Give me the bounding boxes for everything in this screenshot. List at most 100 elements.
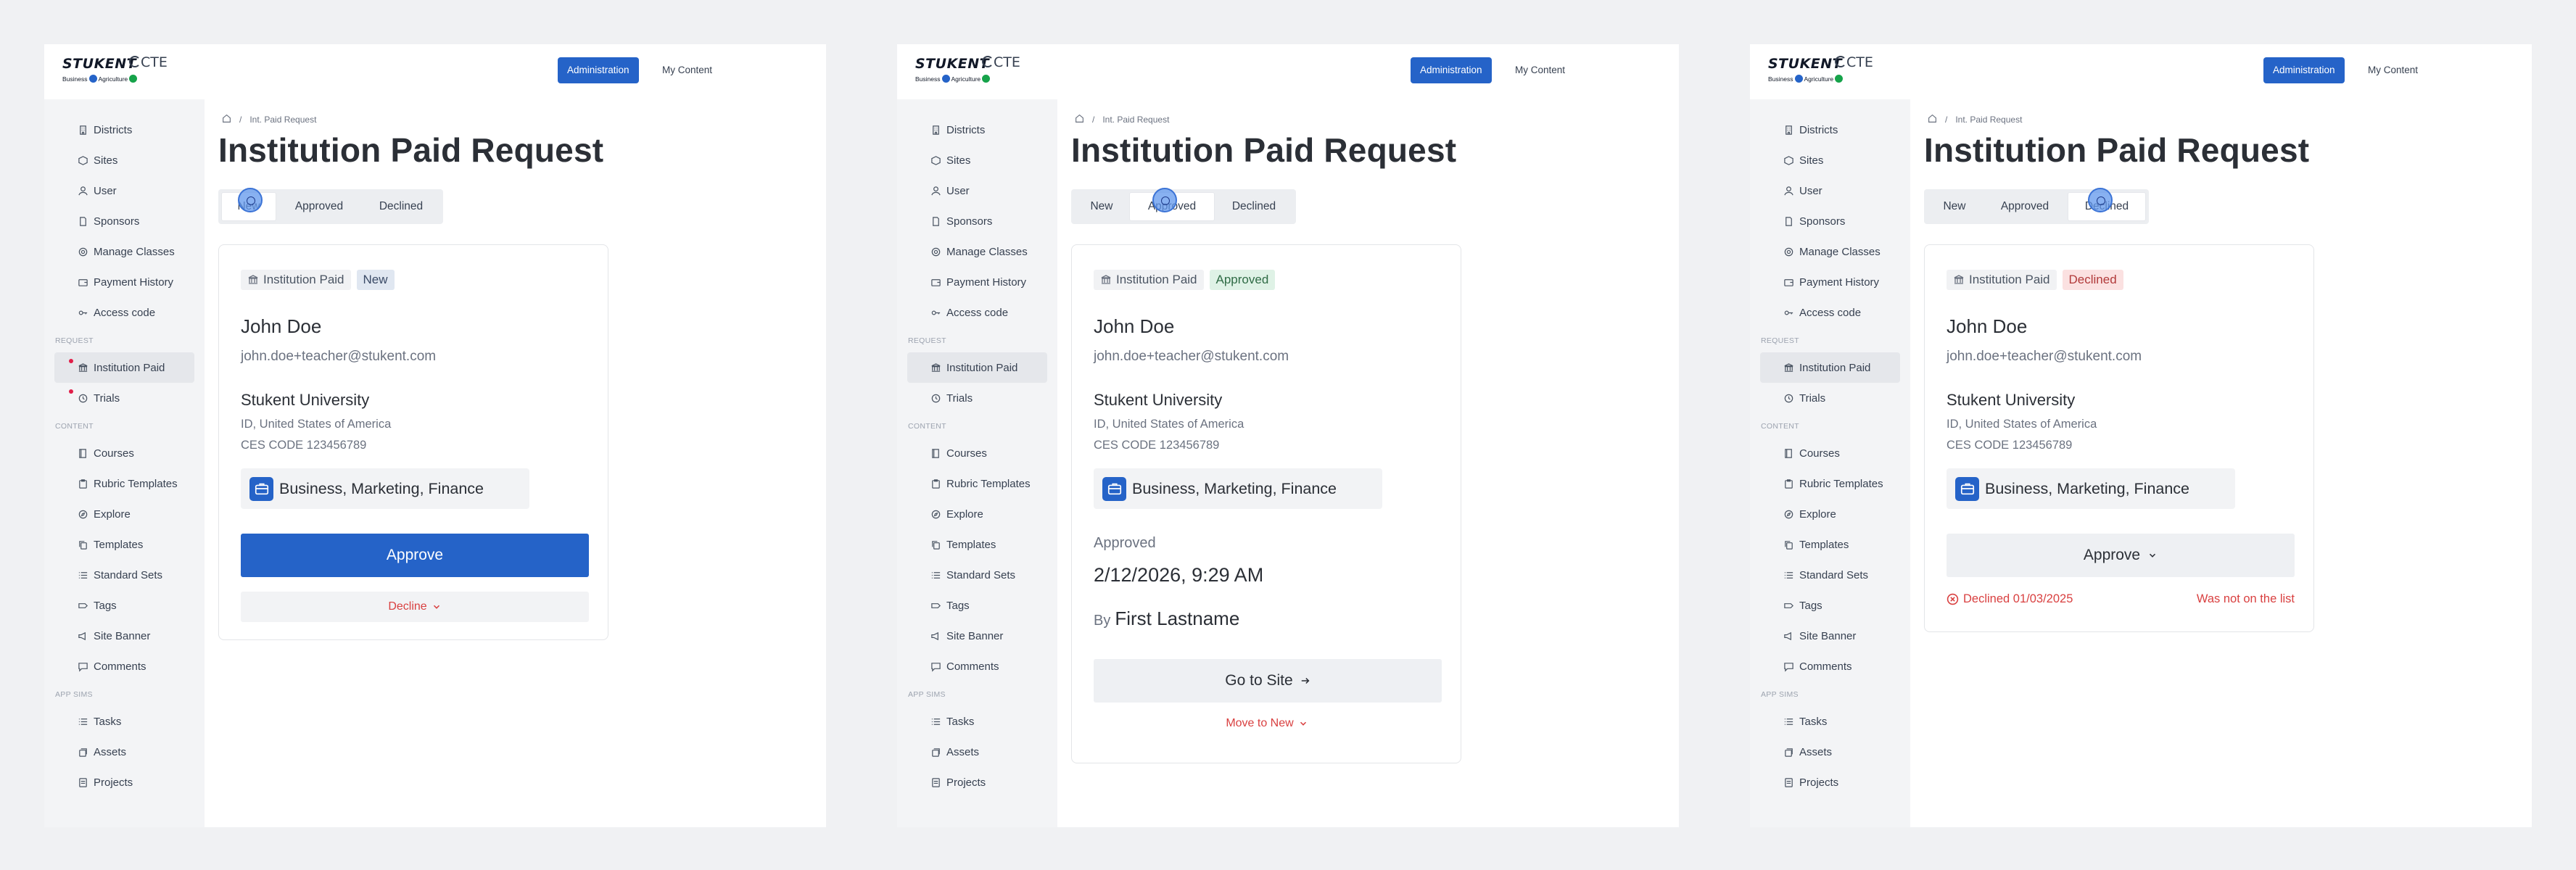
move-to-new-button[interactable]: Move to New: [1072, 717, 1462, 730]
sidebar-item-sites[interactable]: Sites: [54, 145, 194, 175]
institution-address: ID, United States of America: [241, 418, 392, 431]
sidebar-section-app-sims: APP SIMS: [908, 690, 946, 699]
sidebar-item-access-code[interactable]: Access code: [54, 297, 194, 328]
administration-button[interactable]: Administration: [1411, 57, 1492, 83]
tab-declined[interactable]: Declined: [1215, 192, 1293, 221]
sidebar-item-manage-classes[interactable]: Manage Classes: [54, 236, 194, 267]
sidebar-item-courses[interactable]: Courses: [54, 438, 194, 468]
sidebar-item-payment-history[interactable]: Payment History: [907, 267, 1047, 297]
sidebar-item-districts[interactable]: Districts: [907, 115, 1047, 145]
sidebar-item-label: Manage Classes: [1799, 245, 1881, 258]
request-card: Institution Paid New John Doe john.doe+t…: [218, 244, 608, 640]
sidebar-item-standard-sets[interactable]: Standard Sets: [54, 560, 194, 590]
sidebar-item-projects[interactable]: Projects: [1760, 767, 1900, 798]
sidebar-item-label: Trials: [1799, 392, 1826, 405]
stukent-logo[interactable]: STUKENT CTE Business Agriculture: [62, 54, 178, 89]
my-content-link[interactable]: My Content: [1515, 57, 1565, 83]
sidebar-item-institution-paid[interactable]: Institution Paid: [907, 352, 1047, 383]
sidebar-item-user[interactable]: User: [54, 175, 194, 206]
approve-button[interactable]: Approve: [1947, 534, 2295, 577]
sidebar-item-projects[interactable]: Projects: [907, 767, 1047, 798]
sidebar-item-templates[interactable]: Templates: [907, 529, 1047, 560]
sidebar-item-sites[interactable]: Sites: [1760, 145, 1900, 175]
sidebar-item-sponsors[interactable]: Sponsors: [54, 206, 194, 236]
sidebar-item-site-banner[interactable]: Site Banner: [54, 621, 194, 651]
breadcrumb-current: Int. Paid Request: [1102, 115, 1170, 125]
sidebar-item-districts[interactable]: Districts: [1760, 115, 1900, 145]
sidebar-item-manage-classes[interactable]: Manage Classes: [907, 236, 1047, 267]
sidebar-item-institution-paid[interactable]: Institution Paid: [1760, 352, 1900, 383]
key-icon: [930, 307, 941, 318]
approve-button[interactable]: Approve: [241, 534, 589, 577]
sidebar-item-tasks[interactable]: Tasks: [54, 706, 194, 737]
administration-button[interactable]: Administration: [558, 57, 639, 83]
sidebar-item-trials[interactable]: Trials: [907, 383, 1047, 413]
sidebar-item-comments[interactable]: Comments: [54, 651, 194, 682]
sidebar-item-courses[interactable]: Courses: [1760, 438, 1900, 468]
sidebar-item-institution-paid[interactable]: Institution Paid: [54, 352, 194, 383]
sidebar-item-tags[interactable]: Tags: [907, 590, 1047, 621]
sidebar-item-sponsors[interactable]: Sponsors: [1760, 206, 1900, 236]
decline-button[interactable]: Decline: [241, 592, 589, 622]
home-icon[interactable]: [222, 114, 231, 125]
my-content-link[interactable]: My Content: [2368, 57, 2418, 83]
sidebar-item-site-banner[interactable]: Site Banner: [907, 621, 1047, 651]
sidebar-item-comments[interactable]: Comments: [1760, 651, 1900, 682]
sidebar-item-payment-history[interactable]: Payment History: [54, 267, 194, 297]
sidebar-item-manage-classes[interactable]: Manage Classes: [1760, 236, 1900, 267]
stukent-logo[interactable]: STUKENT CTE Business Agriculture: [915, 54, 1031, 89]
sidebar-item-projects[interactable]: Projects: [54, 767, 194, 798]
sidebar-item-sponsors[interactable]: Sponsors: [907, 206, 1047, 236]
briefcase-icon: [1955, 476, 1979, 501]
sidebar-item-templates[interactable]: Templates: [1760, 529, 1900, 560]
administration-button[interactable]: Administration: [2263, 57, 2345, 83]
sidebar-item-access-code[interactable]: Access code: [1760, 297, 1900, 328]
sidebar-item-rubric-templates[interactable]: Rubric Templates: [907, 468, 1047, 499]
sidebar-item-site-banner[interactable]: Site Banner: [1760, 621, 1900, 651]
tab-new[interactable]: New: [1927, 192, 1982, 221]
sidebar-item-explore[interactable]: Explore: [907, 499, 1047, 529]
sidebar-item-courses[interactable]: Courses: [907, 438, 1047, 468]
sidebar-item-assets[interactable]: Assets: [54, 737, 194, 767]
logo-sub-business: Business: [1768, 75, 1793, 83]
tab-declined[interactable]: Declined: [362, 192, 440, 221]
sidebar-item-standard-sets[interactable]: Standard Sets: [1760, 560, 1900, 590]
sidebar-item-comments[interactable]: Comments: [907, 651, 1047, 682]
tab-approved[interactable]: Approved: [276, 192, 362, 221]
sidebar-item-assets[interactable]: Assets: [1760, 737, 1900, 767]
tab-approved[interactable]: Approved: [1982, 192, 2068, 221]
tab-new[interactable]: New: [1074, 192, 1129, 221]
sidebar-item-trials[interactable]: Trials: [54, 383, 194, 413]
sidebar-item-districts[interactable]: Districts: [54, 115, 194, 145]
sidebar-item-assets[interactable]: Assets: [907, 737, 1047, 767]
sidebar-item-label: Access code: [946, 306, 1009, 319]
sidebar-item-rubric-templates[interactable]: Rubric Templates: [54, 468, 194, 499]
sidebar-item-user[interactable]: User: [1760, 175, 1900, 206]
stukent-logo[interactable]: STUKENT CTE Business Agriculture: [1768, 54, 1884, 89]
sidebar-item-tags[interactable]: Tags: [1760, 590, 1900, 621]
sidebar-item-trials[interactable]: Trials: [1760, 383, 1900, 413]
sidebar-item-tasks[interactable]: Tasks: [1760, 706, 1900, 737]
sidebar-item-access-code[interactable]: Access code: [907, 297, 1047, 328]
list-icon: [930, 716, 941, 727]
logo-cte-text: CTE: [994, 54, 1020, 70]
logo-cte-text: CTE: [1846, 54, 1873, 70]
sidebar-item-label: Projects: [946, 776, 986, 789]
sidebar-item-sites[interactable]: Sites: [907, 145, 1047, 175]
sidebar-item-payment-history[interactable]: Payment History: [1760, 267, 1900, 297]
sidebar-item-explore[interactable]: Explore: [1760, 499, 1900, 529]
home-icon[interactable]: [1928, 114, 1937, 125]
layers-icon: [1783, 747, 1794, 758]
type-badge-label: Institution Paid: [1116, 273, 1197, 286]
go-to-site-button[interactable]: Go to Site: [1094, 659, 1442, 703]
home-icon[interactable]: [1075, 114, 1084, 125]
sidebar-item-explore[interactable]: Explore: [54, 499, 194, 529]
sidebar-item-rubric-templates[interactable]: Rubric Templates: [1760, 468, 1900, 499]
sidebar-item-standard-sets[interactable]: Standard Sets: [907, 560, 1047, 590]
sidebar-item-tags[interactable]: Tags: [54, 590, 194, 621]
sidebar-item-user[interactable]: User: [907, 175, 1047, 206]
sidebar-item-tasks[interactable]: Tasks: [907, 706, 1047, 737]
sidebar-item-templates[interactable]: Templates: [54, 529, 194, 560]
my-content-link[interactable]: My Content: [662, 57, 712, 83]
sidebar-item-label: Manage Classes: [946, 245, 1028, 258]
